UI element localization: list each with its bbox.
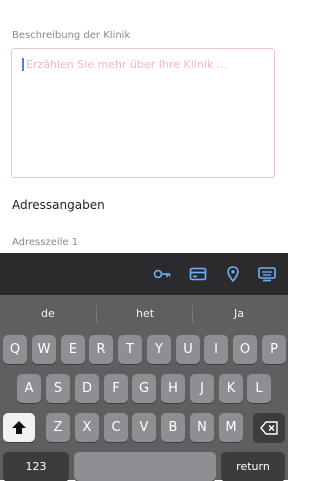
key-h[interactable]: H — [161, 374, 185, 403]
key-i[interactable]: I — [204, 335, 228, 364]
clinic-form: Beschreibung der Klinik Erzählen Sie meh… — [0, 0, 288, 253]
description-label: Beschreibung der Klinik — [12, 30, 131, 41]
prediction-word[interactable]: de — [41, 307, 55, 320]
location-pin-icon[interactable] — [224, 266, 242, 282]
key-s[interactable]: S — [46, 374, 70, 403]
description-placeholder: Erzählen Sie mehr über Ihre Klinik ... — [26, 58, 228, 71]
keyboard-accessory-bar — [0, 253, 288, 295]
credit-card-icon[interactable] — [189, 266, 207, 282]
key-m[interactable]: M — [219, 413, 243, 442]
prediction-divider — [192, 305, 193, 323]
address-section-title: Adressangaben — [12, 198, 105, 212]
key-y[interactable]: Y — [147, 335, 171, 364]
key-g[interactable]: G — [132, 374, 156, 403]
key-u[interactable]: U — [176, 335, 200, 364]
on-screen-keyboard: de het Ja Q W E R T Y U I O P A S D F G … — [0, 295, 288, 481]
keyboard-icon[interactable] — [258, 266, 276, 282]
key-z[interactable]: Z — [46, 413, 70, 442]
key-l[interactable]: L — [247, 374, 271, 403]
key-t[interactable]: T — [118, 335, 142, 364]
key-a[interactable]: A — [17, 374, 41, 403]
key-j[interactable]: J — [190, 374, 214, 403]
key-e[interactable]: E — [61, 335, 85, 364]
text-caret — [22, 58, 24, 71]
key-b[interactable]: B — [161, 413, 185, 442]
shift-arrow-icon — [12, 421, 26, 434]
key-q[interactable]: Q — [3, 335, 27, 364]
backspace-icon — [260, 421, 278, 435]
space-key[interactable] — [74, 452, 216, 481]
key-icon[interactable] — [153, 266, 171, 282]
key-w[interactable]: W — [32, 335, 56, 364]
key-k[interactable]: K — [219, 374, 243, 403]
numbers-key[interactable]: 123 — [3, 452, 69, 481]
key-o[interactable]: O — [233, 335, 257, 364]
key-v[interactable]: V — [132, 413, 156, 442]
prediction-word[interactable]: het — [136, 307, 154, 320]
key-x[interactable]: X — [75, 413, 99, 442]
prediction-divider — [96, 305, 97, 323]
description-textarea[interactable]: Erzählen Sie mehr über Ihre Klinik ... — [11, 48, 275, 178]
key-n[interactable]: N — [190, 413, 214, 442]
return-key[interactable]: return — [221, 452, 285, 481]
address-line-1-label: Adresszeile 1 — [12, 237, 79, 248]
key-d[interactable]: D — [75, 374, 99, 403]
shift-key[interactable] — [3, 413, 35, 442]
key-r[interactable]: R — [89, 335, 113, 364]
key-p[interactable]: P — [262, 335, 286, 364]
prediction-word[interactable]: Ja — [234, 307, 244, 320]
key-f[interactable]: F — [104, 374, 128, 403]
key-c[interactable]: C — [104, 413, 128, 442]
backspace-key[interactable] — [253, 413, 285, 442]
